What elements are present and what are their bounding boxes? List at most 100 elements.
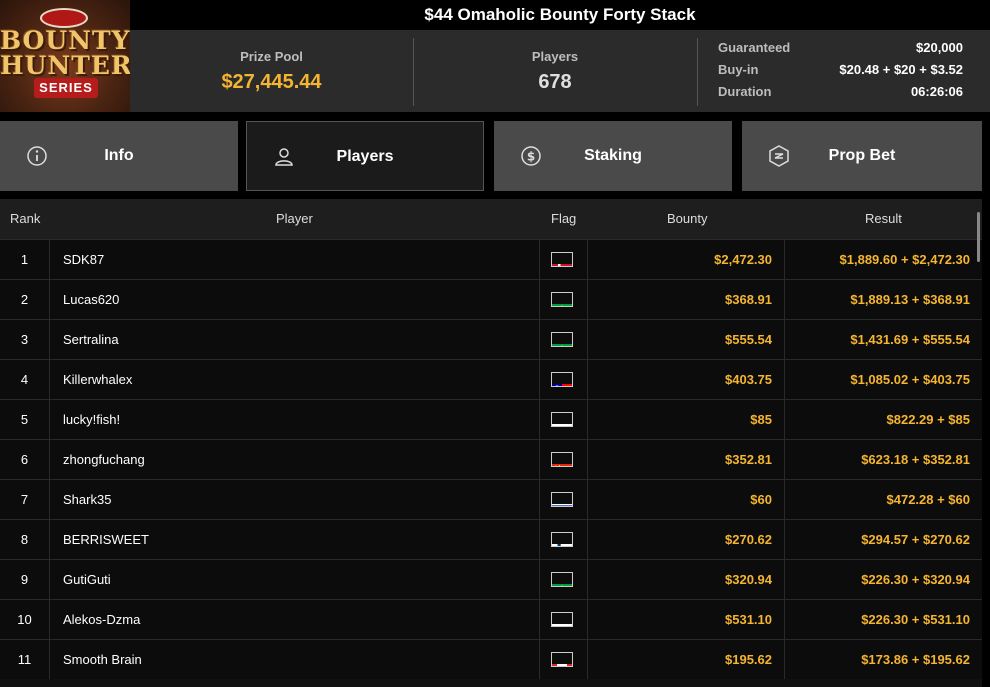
- cell-bounty: $320.94: [588, 560, 785, 599]
- cell-result: $1,889.60 + $2,472.30: [839, 252, 970, 267]
- cell-bounty: $195.62: [588, 640, 785, 679]
- table-scrollbar[interactable]: [977, 212, 980, 262]
- table-header: Rank Player Flag Bounty Result: [0, 199, 982, 239]
- cell-result: $1,889.13 + $368.91: [850, 292, 970, 307]
- table-body: 1 SDK87 $2,472.30 $1,889.60 + $2,472.30 2 Luc…: [0, 239, 982, 679]
- logo-line-3: SERIES: [34, 78, 98, 98]
- guaranteed-label: Guaranteed: [718, 40, 791, 55]
- cell-flag: [540, 440, 588, 479]
- cell-bounty: $555.54: [588, 320, 785, 359]
- cell-result: $623.18 + $352.81: [861, 452, 970, 467]
- cell-player[interactable]: GutiGuti: [50, 560, 540, 599]
- cell-bounty: $531.10: [588, 600, 785, 639]
- tab-info[interactable]: Info: [0, 121, 238, 191]
- players-label: Players: [531, 49, 579, 64]
- poker-chip-icon: [40, 8, 88, 28]
- prize-pool-label: Prize Pool: [240, 49, 303, 64]
- buyin-value: $20.48 + $20 + $3.52: [839, 62, 963, 77]
- china-flag-icon: [551, 452, 573, 467]
- divider: [697, 38, 698, 106]
- cell-player[interactable]: Lucas620: [50, 280, 540, 319]
- table-row[interactable]: 6 zhongfuchang $352.81 $623.18 + $352.81: [0, 439, 982, 479]
- duration-label: Duration: [718, 84, 772, 99]
- cell-rank: 2: [0, 280, 50, 319]
- table-row[interactable]: 10 Alekos-Dzma $531.10 $226.30 + $531.10: [0, 599, 982, 639]
- table-row[interactable]: 2 Lucas620 $368.91 $1,889.13 + $368.91: [0, 279, 982, 319]
- israel-flag-icon: [551, 492, 573, 507]
- cell-bounty: $60: [588, 480, 785, 519]
- cell-flag: [540, 640, 588, 679]
- poland-flag-icon: [551, 412, 573, 427]
- cell-player[interactable]: SDK87: [50, 240, 540, 279]
- players-value: 678: [538, 71, 572, 93]
- header-bounty[interactable]: Bounty: [667, 199, 707, 239]
- cell-player[interactable]: Shark35: [50, 480, 540, 519]
- tournament-title: $44 Omaholic Bounty Forty Stack: [130, 0, 990, 30]
- cell-result: $226.30 + $320.94: [861, 572, 970, 587]
- table-row[interactable]: 11 Smooth Brain $195.62 $173.86 + $195.62: [0, 639, 982, 679]
- cell-rank: 7: [0, 480, 50, 519]
- cell-player[interactable]: lucky!fish!: [50, 400, 540, 439]
- cell-player[interactable]: zhongfuchang: [50, 440, 540, 479]
- table-row[interactable]: 8 BERRISWEET $270.62 $294.57 + $270.62: [0, 519, 982, 559]
- logo-line-2: HUNTERS: [0, 51, 130, 80]
- tab-players[interactable]: Players: [246, 121, 484, 191]
- cell-bounty: $368.91: [588, 280, 785, 319]
- cell-flag: [540, 480, 588, 519]
- cell-result: $226.30 + $531.10: [861, 612, 970, 627]
- cell-flag: [540, 280, 588, 319]
- cell-rank: 1: [0, 240, 50, 279]
- cell-flag: [540, 520, 588, 559]
- cell-rank: 11: [0, 640, 50, 679]
- cell-rank: 6: [0, 440, 50, 479]
- brazil-flag-icon: [551, 332, 573, 347]
- cell-player[interactable]: BERRISWEET: [50, 520, 540, 559]
- cell-flag: [540, 320, 588, 359]
- cell-player[interactable]: Killerwhalex: [50, 360, 540, 399]
- cell-flag: [540, 360, 588, 399]
- guaranteed-row: Guaranteed $20,000: [718, 40, 963, 62]
- table-row[interactable]: 9 GutiGuti $320.94 $226.30 + $320.94: [0, 559, 982, 599]
- duration-row: Duration 06:26:06: [718, 84, 963, 106]
- cell-flag: [540, 560, 588, 599]
- table-row[interactable]: 4 Killerwhalex $403.75 $1,085.02 + $403.75: [0, 359, 982, 399]
- cell-result: $1,431.69 + $555.54: [850, 332, 970, 347]
- buyin-row: Buy-in $20.48 + $20 + $3.52: [718, 62, 963, 84]
- cell-result: $173.86 + $195.62: [861, 652, 970, 667]
- cell-player[interactable]: Smooth Brain: [50, 640, 540, 679]
- table-row[interactable]: 3 Sertralina $555.54 $1,431.69 + $555.54: [0, 319, 982, 359]
- table-row[interactable]: 1 SDK87 $2,472.30 $1,889.60 + $2,472.30: [0, 239, 982, 279]
- cell-result: $1,085.02 + $403.75: [850, 372, 970, 387]
- cell-player[interactable]: Alekos-Dzma: [50, 600, 540, 639]
- cell-bounty: $85: [588, 400, 785, 439]
- header-flag[interactable]: Flag: [551, 199, 576, 239]
- cell-result: $294.57 + $270.62: [861, 532, 970, 547]
- header-rank[interactable]: Rank: [10, 199, 40, 239]
- series-logo: BOUNTY HUNTERS SERIES: [0, 0, 130, 112]
- cell-rank: 3: [0, 320, 50, 359]
- guaranteed-value: $20,000: [916, 40, 963, 55]
- cell-rank: 4: [0, 360, 50, 399]
- header-result[interactable]: Result: [865, 199, 902, 239]
- denmark-flag-icon: [551, 252, 573, 267]
- taiwan-flag-icon: [551, 372, 573, 387]
- prize-pool-block: Prize Pool $27,445.44: [130, 30, 413, 112]
- table-row[interactable]: 7 Shark35 $60 $472.28 + $60: [0, 479, 982, 519]
- tab-staking[interactable]: $ Staking: [494, 121, 732, 191]
- tournament-details: Guaranteed $20,000 Buy-in $20.48 + $20 +…: [718, 40, 963, 106]
- cell-flag: [540, 240, 588, 279]
- table-row[interactable]: 5 lucky!fish! $85 $822.29 + $85: [0, 399, 982, 439]
- cell-flag: [540, 600, 588, 639]
- players-block: Players 678: [413, 30, 697, 112]
- tab-bar: Info Players $ Staking Prop Bet: [0, 121, 990, 191]
- header-player[interactable]: Player: [276, 199, 313, 239]
- buyin-label: Buy-in: [718, 62, 759, 77]
- cell-player[interactable]: Sertralina: [50, 320, 540, 359]
- tab-prop-bet-label: Prop Bet: [828, 147, 896, 164]
- duration-value: 06:26:06: [910, 84, 963, 99]
- cell-result: $472.28 + $60: [886, 492, 971, 507]
- tab-prop-bet[interactable]: Prop Bet: [742, 121, 982, 191]
- finland-flag-icon: [551, 532, 573, 547]
- cell-bounty: $2,472.30: [588, 240, 785, 279]
- cell-rank: 8: [0, 520, 50, 559]
